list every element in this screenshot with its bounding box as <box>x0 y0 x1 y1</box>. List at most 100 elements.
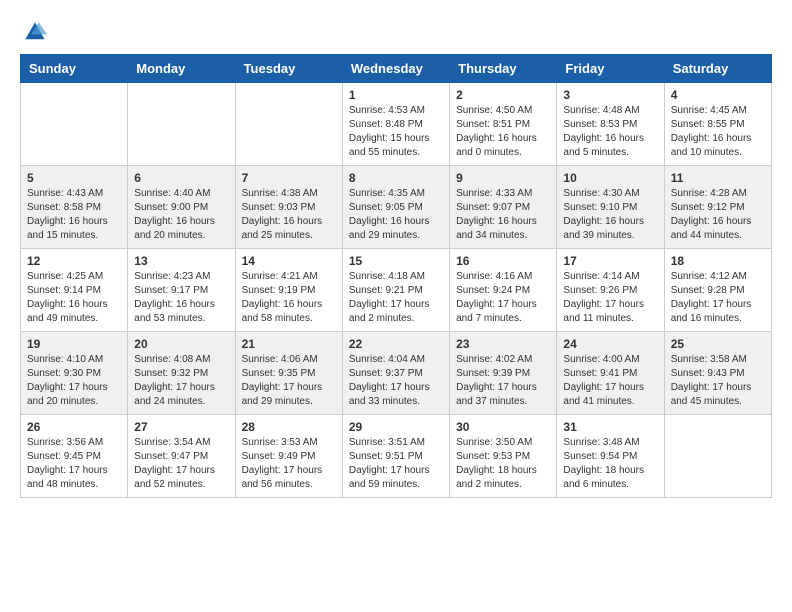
day-number: 31 <box>563 420 657 434</box>
day-number: 6 <box>134 171 228 185</box>
day-info: Sunrise: 3:51 AM Sunset: 9:51 PM Dayligh… <box>349 436 443 492</box>
day-info: Sunrise: 4:45 AM Sunset: 8:55 PM Dayligh… <box>671 104 765 160</box>
weekday-header-sunday: Sunday <box>21 55 128 83</box>
day-info: Sunrise: 3:50 AM Sunset: 9:53 PM Dayligh… <box>456 436 550 492</box>
day-number: 1 <box>349 88 443 102</box>
day-number: 17 <box>563 254 657 268</box>
day-number: 9 <box>456 171 550 185</box>
calendar-cell: 18 Sunrise: 4:12 AM Sunset: 9:28 PM Dayli… <box>664 249 771 332</box>
day-info: Sunrise: 4:53 AM Sunset: 8:48 PM Dayligh… <box>349 104 443 160</box>
day-info: Sunrise: 4:48 AM Sunset: 8:53 PM Dayligh… <box>563 104 657 160</box>
calendar-cell: 23 Sunrise: 4:02 AM Sunset: 9:39 PM Dayli… <box>450 332 557 415</box>
calendar-cell: 12 Sunrise: 4:25 AM Sunset: 9:14 PM Dayli… <box>21 249 128 332</box>
calendar-cell: 29 Sunrise: 3:51 AM Sunset: 9:51 PM Dayli… <box>342 415 449 498</box>
day-number: 26 <box>27 420 121 434</box>
calendar-cell: 19 Sunrise: 4:10 AM Sunset: 9:30 PM Dayli… <box>21 332 128 415</box>
weekday-header-tuesday: Tuesday <box>235 55 342 83</box>
day-info: Sunrise: 4:14 AM Sunset: 9:26 PM Dayligh… <box>563 270 657 326</box>
calendar-cell: 13 Sunrise: 4:23 AM Sunset: 9:17 PM Dayli… <box>128 249 235 332</box>
day-number: 5 <box>27 171 121 185</box>
day-number: 11 <box>671 171 765 185</box>
day-number: 29 <box>349 420 443 434</box>
calendar-cell: 27Sunrise: 3:54 AM Sunset: 9:47 PM Dayli… <box>128 415 235 498</box>
day-info: Sunrise: 3:48 AM Sunset: 9:54 PM Dayligh… <box>563 436 657 492</box>
calendar-week-row: 26 Sunrise: 3:56 AM Sunset: 9:45 PM Dayli… <box>21 415 772 498</box>
day-number: 13 <box>134 254 228 268</box>
calendar-cell: 24 Sunrise: 4:00 AM Sunset: 9:41 PM Dayli… <box>557 332 664 415</box>
calendar-week-row: 5 Sunrise: 4:43 AM Sunset: 8:58 PM Daylig… <box>21 166 772 249</box>
calendar-cell: 2 Sunrise: 4:50 AM Sunset: 8:51 PM Daylig… <box>450 83 557 166</box>
day-info: Sunrise: 3:56 AM Sunset: 9:45 PM Dayligh… <box>27 436 121 492</box>
day-info: Sunrise: 4:04 AM Sunset: 9:37 PM Dayligh… <box>349 353 443 409</box>
calendar-cell: 15Sunrise: 4:18 AM Sunset: 9:21 PM Dayli… <box>342 249 449 332</box>
day-number: 16 <box>456 254 550 268</box>
day-number: 24 <box>563 337 657 351</box>
day-info: Sunrise: 4:30 AM Sunset: 9:10 PM Dayligh… <box>563 187 657 243</box>
calendar-cell: 9 Sunrise: 4:33 AM Sunset: 9:07 PM Daylig… <box>450 166 557 249</box>
calendar-cell: 20 Sunrise: 4:08 AM Sunset: 9:32 PM Dayli… <box>128 332 235 415</box>
day-info: Sunrise: 4:00 AM Sunset: 9:41 PM Dayligh… <box>563 353 657 409</box>
calendar-cell: 11 Sunrise: 4:28 AM Sunset: 9:12 PM Dayli… <box>664 166 771 249</box>
calendar-cell: 28 Sunrise: 3:53 AM Sunset: 9:49 PM Dayli… <box>235 415 342 498</box>
day-number: 27 <box>134 420 228 434</box>
calendar-cell: 26 Sunrise: 3:56 AM Sunset: 9:45 PM Dayli… <box>21 415 128 498</box>
day-number: 7 <box>242 171 336 185</box>
day-info: Sunrise: 3:53 AM Sunset: 9:49 PM Dayligh… <box>242 436 336 492</box>
day-number: 15 <box>349 254 443 268</box>
calendar-week-row: 19 Sunrise: 4:10 AM Sunset: 9:30 PM Dayli… <box>21 332 772 415</box>
day-number: 18 <box>671 254 765 268</box>
day-number: 22 <box>349 337 443 351</box>
day-number: 10 <box>563 171 657 185</box>
day-number: 2 <box>456 88 550 102</box>
day-number: 25 <box>671 337 765 351</box>
calendar-cell <box>128 83 235 166</box>
day-info: Sunrise: 4:23 AM Sunset: 9:17 PM Dayligh… <box>134 270 228 326</box>
calendar-table: SundayMondayTuesdayWednesdayThursdayFrid… <box>20 54 772 498</box>
page-header <box>20 20 772 44</box>
day-info: Sunrise: 4:08 AM Sunset: 9:32 PM Dayligh… <box>134 353 228 409</box>
calendar-cell: 3Sunrise: 4:48 AM Sunset: 8:53 PM Daylig… <box>557 83 664 166</box>
weekday-header-thursday: Thursday <box>450 55 557 83</box>
calendar-cell: 8 Sunrise: 4:35 AM Sunset: 9:05 PM Daylig… <box>342 166 449 249</box>
day-info: Sunrise: 4:10 AM Sunset: 9:30 PM Dayligh… <box>27 353 121 409</box>
day-info: Sunrise: 4:28 AM Sunset: 9:12 PM Dayligh… <box>671 187 765 243</box>
day-number: 21 <box>242 337 336 351</box>
day-number: 12 <box>27 254 121 268</box>
calendar-cell: 21 Sunrise: 4:06 AM Sunset: 9:35 PM Dayli… <box>235 332 342 415</box>
calendar-week-row: 1 Sunrise: 4:53 AM Sunset: 8:48 PM Daylig… <box>21 83 772 166</box>
day-info: Sunrise: 4:43 AM Sunset: 8:58 PM Dayligh… <box>27 187 121 243</box>
calendar-cell: 17 Sunrise: 4:14 AM Sunset: 9:26 PM Dayli… <box>557 249 664 332</box>
day-info: Sunrise: 4:40 AM Sunset: 9:00 PM Dayligh… <box>134 187 228 243</box>
day-info: Sunrise: 4:16 AM Sunset: 9:24 PM Dayligh… <box>456 270 550 326</box>
day-info: Sunrise: 4:25 AM Sunset: 9:14 PM Dayligh… <box>27 270 121 326</box>
logo <box>20 20 47 44</box>
day-number: 8 <box>349 171 443 185</box>
calendar-cell: 25 Sunrise: 3:58 AM Sunset: 9:43 PM Dayli… <box>664 332 771 415</box>
weekday-header-wednesday: Wednesday <box>342 55 449 83</box>
weekday-header-monday: Monday <box>128 55 235 83</box>
day-info: Sunrise: 4:33 AM Sunset: 9:07 PM Dayligh… <box>456 187 550 243</box>
calendar-cell: 6 Sunrise: 4:40 AM Sunset: 9:00 PM Daylig… <box>128 166 235 249</box>
day-info: Sunrise: 4:38 AM Sunset: 9:03 PM Dayligh… <box>242 187 336 243</box>
day-number: 28 <box>242 420 336 434</box>
calendar-cell: 31 Sunrise: 3:48 AM Sunset: 9:54 PM Dayli… <box>557 415 664 498</box>
calendar-cell: 7 Sunrise: 4:38 AM Sunset: 9:03 PM Daylig… <box>235 166 342 249</box>
day-info: Sunrise: 4:12 AM Sunset: 9:28 PM Dayligh… <box>671 270 765 326</box>
calendar-cell <box>664 415 771 498</box>
day-number: 19 <box>27 337 121 351</box>
day-info: Sunrise: 4:02 AM Sunset: 9:39 PM Dayligh… <box>456 353 550 409</box>
logo-icon <box>23 20 47 44</box>
day-number: 20 <box>134 337 228 351</box>
day-info: Sunrise: 3:58 AM Sunset: 9:43 PM Dayligh… <box>671 353 765 409</box>
calendar-cell: 30Sunrise: 3:50 AM Sunset: 9:53 PM Dayli… <box>450 415 557 498</box>
calendar-cell: 10 Sunrise: 4:30 AM Sunset: 9:10 PM Dayli… <box>557 166 664 249</box>
day-info: Sunrise: 4:21 AM Sunset: 9:19 PM Dayligh… <box>242 270 336 326</box>
calendar-cell: 14Sunrise: 4:21 AM Sunset: 9:19 PM Dayli… <box>235 249 342 332</box>
day-number: 23 <box>456 337 550 351</box>
day-info: Sunrise: 4:35 AM Sunset: 9:05 PM Dayligh… <box>349 187 443 243</box>
calendar-cell: 22 Sunrise: 4:04 AM Sunset: 9:37 PM Dayli… <box>342 332 449 415</box>
day-info: Sunrise: 4:06 AM Sunset: 9:35 PM Dayligh… <box>242 353 336 409</box>
weekday-header-friday: Friday <box>557 55 664 83</box>
calendar-cell: 16 Sunrise: 4:16 AM Sunset: 9:24 PM Dayli… <box>450 249 557 332</box>
day-info: Sunrise: 4:50 AM Sunset: 8:51 PM Dayligh… <box>456 104 550 160</box>
